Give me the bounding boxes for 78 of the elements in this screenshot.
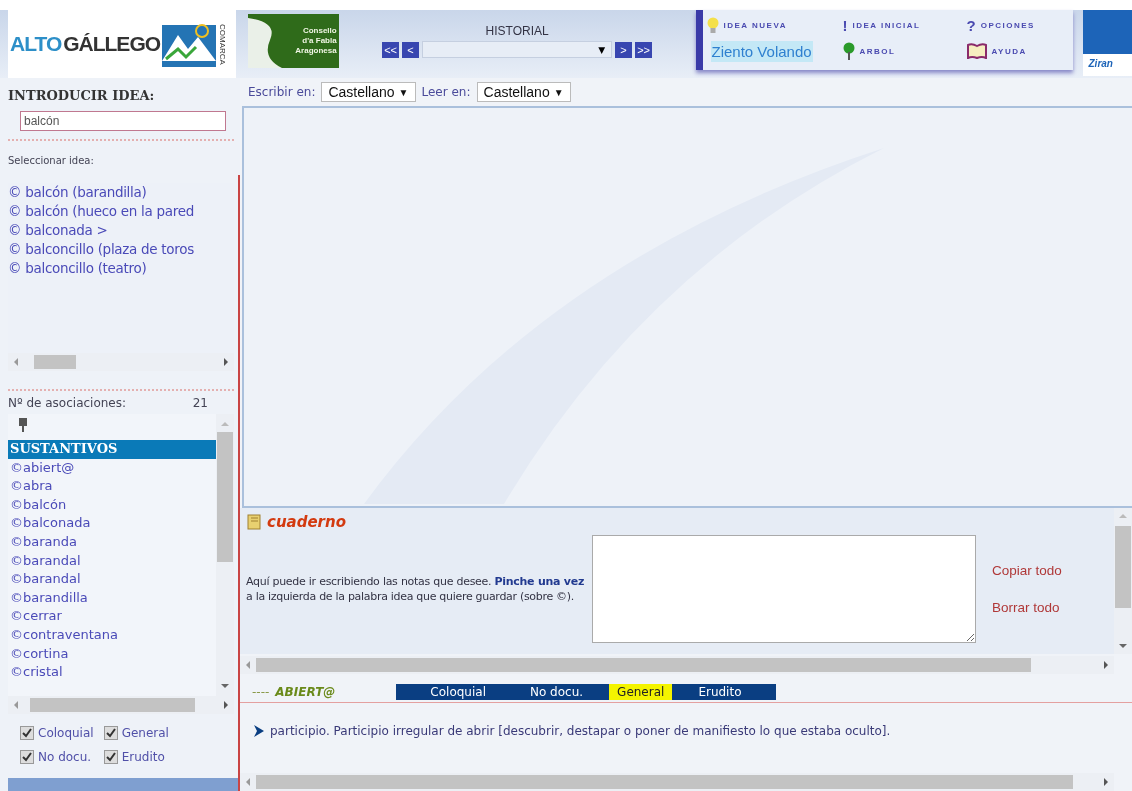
- logo: Ziran: [1082, 10, 1132, 76]
- checkbox-label: Coloquial: [38, 726, 94, 740]
- idea-input[interactable]: balcón: [20, 111, 226, 131]
- register-tab[interactable]: Coloquial: [422, 684, 494, 700]
- checkbox[interactable]: [20, 750, 34, 764]
- nav-button[interactable]: >>: [635, 41, 653, 58]
- association-item[interactable]: ©contraventana: [8, 625, 216, 645]
- idea-option[interactable]: © balcón (barandilla): [8, 183, 234, 202]
- light-bulb-icon: [706, 16, 719, 34]
- logo-text: COMARCA: [218, 23, 228, 65]
- idea-option[interactable]: © balconcillo (plaza de toros: [8, 240, 234, 259]
- horizontal-scrollbar[interactable]: [240, 656, 1114, 674]
- checkbox[interactable]: [103, 750, 118, 764]
- nav-button[interactable]: <: [402, 41, 420, 58]
- menu-item[interactable]: OPCIONES: [980, 20, 1035, 30]
- horizontal-scrollbar[interactable]: [240, 773, 1114, 791]
- section-title: INTRODUCIR IDEA:: [8, 88, 156, 103]
- notebook-instructions: Aquí puede ir escribiendo las notas que desee. Pinche una vez a la izquierda de la palabra idea que quiere guardar (sobre ©).: [246, 574, 584, 604]
- checkbox-label: Erudito: [121, 750, 165, 764]
- menu-item[interactable]: AYUDA: [991, 46, 1027, 56]
- association-item[interactable]: ©balcón: [8, 495, 216, 515]
- book-icon: [966, 43, 987, 59]
- association-item[interactable]: ©abra: [8, 477, 216, 496]
- tree-icon: [842, 42, 855, 60]
- nav-button[interactable]: <<: [382, 41, 400, 58]
- register-tab[interactable]: No docu.: [521, 684, 592, 700]
- association-item[interactable]: ©balconada: [8, 514, 216, 533]
- notebook-link[interactable]: Borrar todo: [992, 600, 1062, 615]
- association-item[interactable]: ©barandal: [8, 551, 216, 571]
- organization-logo: Consello d'a Fabla Aragonesa: [247, 14, 339, 68]
- checkbox-label: General: [121, 726, 169, 740]
- checkbox[interactable]: [103, 726, 118, 740]
- association-item[interactable]: ©baranda: [8, 532, 216, 552]
- pin-icon[interactable]: [18, 418, 28, 432]
- association-item[interactable]: ©cerrar: [8, 607, 216, 626]
- associations-count: 21: [192, 396, 208, 410]
- write-label: Escribir en:: [248, 85, 316, 99]
- entry-dashes: ----: [252, 685, 270, 699]
- checkbox[interactable]: [20, 726, 34, 740]
- chevron-icon: [252, 724, 266, 738]
- glyph-icon: !: [842, 16, 848, 34]
- entry-word: ABIERT@: [275, 685, 337, 699]
- association-item[interactable]: ©cristal: [8, 663, 216, 682]
- menu-item[interactable]: IDEA INICIAL: [852, 20, 921, 30]
- menu-item[interactable]: IDEA NUEVA: [723, 20, 787, 30]
- notebook-link[interactable]: Copiar todo: [992, 563, 1062, 578]
- glyph-icon: ?: [966, 16, 976, 34]
- idea-option[interactable]: © balcón (hueco en la pared: [8, 202, 234, 221]
- associations-label: Nº de asociaciones:: [8, 396, 127, 410]
- idea-option[interactable]: © balconcillo (teatro): [8, 259, 234, 278]
- vertical-scrollbar[interactable]: [1114, 508, 1132, 654]
- register-tab[interactable]: General: [609, 684, 673, 700]
- history-dropdown[interactable]: ▼: [422, 41, 613, 58]
- select-label: Seleccionar idea:: [8, 155, 95, 166]
- horizontal-scrollbar[interactable]: [8, 353, 234, 371]
- definition-text: participio. Participio irregular de abrir [descubrir, destapar o poner de manifiesto lo que estaba oculto].: [270, 724, 891, 738]
- checkbox-label: No docu.: [38, 750, 92, 764]
- notebook-icon: [246, 514, 262, 530]
- idea-option[interactable]: © balconada >: [8, 221, 234, 240]
- association-item[interactable]: ©abiert@: [8, 458, 216, 478]
- horizontal-scrollbar[interactable]: [8, 696, 234, 714]
- history-title: HISTORIAL: [485, 24, 549, 38]
- association-item[interactable]: ©barandilla: [8, 588, 216, 608]
- association-item[interactable]: SUSTANTIVOS: [8, 440, 216, 459]
- vertical-scrollbar[interactable]: [216, 414, 234, 696]
- read-label: Leer en:: [421, 85, 471, 99]
- language-select[interactable]: Castellano ▼: [321, 82, 416, 102]
- notebook-title: cuaderno: [267, 513, 346, 531]
- mountain-logo-icon: [162, 21, 217, 67]
- association-item[interactable]: ©barandal: [8, 570, 216, 589]
- register-tab[interactable]: Erudito: [690, 684, 750, 700]
- notes-field[interactable]: [592, 535, 976, 643]
- logo-text: GÁLLEGO: [63, 32, 161, 56]
- nav-button[interactable]: >: [615, 41, 633, 58]
- logo-text: ALTO: [10, 32, 62, 56]
- language-select[interactable]: Castellano ▼: [476, 82, 571, 102]
- menu-item[interactable]: ARBOL: [859, 46, 896, 56]
- association-item[interactable]: ©cortina: [8, 644, 216, 664]
